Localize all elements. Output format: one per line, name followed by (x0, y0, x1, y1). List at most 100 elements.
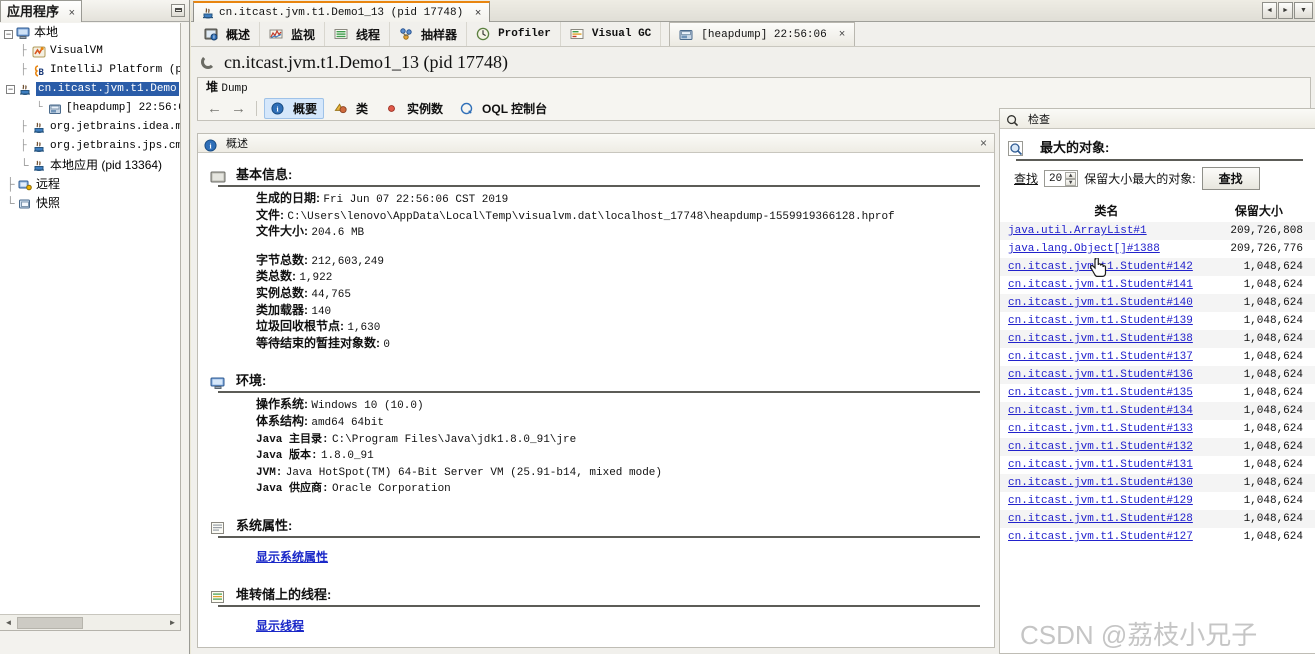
table-row[interactable]: java.util.ArrayList#1 209,726,808 (1000, 222, 1315, 240)
object-class-cell[interactable]: cn.itcast.jvm.t1.Student#141 (1000, 276, 1213, 294)
table-row[interactable]: cn.itcast.jvm.t1.Student#131 1,048,624 (1000, 456, 1315, 474)
table-row[interactable]: java.lang.Object[]#1388 209,726,776 (1000, 240, 1315, 258)
tree-item-demo1-13[interactable]: − cn.itcast.jvm.t1.Demo (0, 80, 180, 99)
column-header-retained-size[interactable]: 保留大小 (1212, 200, 1315, 222)
tab-threads[interactable]: 线程 (325, 22, 391, 46)
table-row[interactable]: cn.itcast.jvm.t1.Student#137 1,048,624 (1000, 348, 1315, 366)
object-class-cell[interactable]: cn.itcast.jvm.t1.Student#130 (1000, 474, 1213, 492)
object-link[interactable]: cn.itcast.jvm.t1.Student#142 (1008, 261, 1193, 273)
object-class-cell[interactable]: java.util.ArrayList#1 (1000, 222, 1213, 240)
close-icon[interactable]: × (980, 136, 987, 150)
find-button[interactable]: 查找 (1201, 167, 1260, 190)
object-link[interactable]: cn.itcast.jvm.t1.Student#140 (1008, 297, 1193, 309)
table-row[interactable]: cn.itcast.jvm.t1.Student#136 1,048,624 (1000, 366, 1315, 384)
object-link[interactable]: cn.itcast.jvm.t1.Student#133 (1008, 423, 1193, 435)
applications-tree[interactable]: − 本地 ├ VisualVM ├ B IntelliJ Platform (pi − c… (0, 23, 181, 631)
show-threads-link[interactable]: 显示线程 (256, 617, 304, 634)
tab-sampler[interactable]: 抽样器 (390, 22, 468, 46)
object-link[interactable]: cn.itcast.jvm.t1.Student#138 (1008, 333, 1193, 345)
object-link[interactable]: cn.itcast.jvm.t1.Student#131 (1008, 459, 1193, 471)
object-class-cell[interactable]: cn.itcast.jvm.t1.Student#138 (1000, 330, 1213, 348)
back-button[interactable]: ← (204, 100, 225, 117)
table-row[interactable]: cn.itcast.jvm.t1.Student#130 1,048,624 (1000, 474, 1315, 492)
object-link[interactable]: cn.itcast.jvm.t1.Student#134 (1008, 405, 1193, 417)
object-link[interactable]: cn.itcast.jvm.t1.Student#130 (1008, 477, 1193, 489)
stepper-down-icon[interactable]: ▼ (1065, 178, 1077, 186)
close-icon[interactable]: × (475, 5, 481, 22)
find-count-stepper[interactable]: 20 ▲ ▼ (1044, 170, 1079, 187)
tree-item-local-app[interactable]: └ 本地应用 (pid 13364) (0, 156, 180, 175)
table-row[interactable]: cn.itcast.jvm.t1.Student#140 1,048,624 (1000, 294, 1315, 312)
close-icon[interactable]: × (69, 4, 75, 22)
object-link[interactable]: cn.itcast.jvm.t1.Student#141 (1008, 279, 1193, 291)
dump-tab-instances[interactable]: 实例数 (378, 98, 450, 119)
dump-tab-summary[interactable]: i 概要 (264, 98, 325, 119)
object-link[interactable]: cn.itcast.jvm.t1.Student#132 (1008, 441, 1193, 453)
table-row[interactable]: cn.itcast.jvm.t1.Student#138 1,048,624 (1000, 330, 1315, 348)
object-class-cell[interactable]: cn.itcast.jvm.t1.Student#135 (1000, 384, 1213, 402)
tree-item-intellij[interactable]: ├ B IntelliJ Platform (pi (0, 61, 180, 80)
tree-item-jps-cmdline[interactable]: ├ org.jetbrains.jps.cmd (0, 137, 180, 156)
table-row[interactable]: cn.itcast.jvm.t1.Student#135 1,048,624 (1000, 384, 1315, 402)
table-row[interactable]: cn.itcast.jvm.t1.Student#139 1,048,624 (1000, 312, 1315, 330)
forward-button[interactable]: → (228, 100, 249, 117)
tree-item-visualvm[interactable]: ├ VisualVM (0, 42, 180, 61)
tree-item-remote[interactable]: ├ 远程 (0, 175, 180, 194)
dump-tab-oql-console[interactable]: OQL 控制台 (453, 98, 554, 119)
scroll-right-icon[interactable]: ► (166, 617, 179, 629)
tree-item-local[interactable]: − 本地 (0, 23, 180, 42)
object-class-cell[interactable]: cn.itcast.jvm.t1.Student#134 (1000, 402, 1213, 420)
object-class-cell[interactable]: cn.itcast.jvm.t1.Student#139 (1000, 312, 1213, 330)
tree-item-heapdump[interactable]: └ [heapdump] 22:56:0 (0, 99, 180, 118)
object-link[interactable]: cn.itcast.jvm.t1.Student#129 (1008, 495, 1193, 507)
object-link[interactable]: cn.itcast.jvm.t1.Student#135 (1008, 387, 1193, 399)
scroll-tabs-left-button[interactable]: ◄ (1262, 2, 1277, 19)
tab-profiler[interactable]: Profiler (467, 22, 561, 46)
object-class-cell[interactable]: cn.itcast.jvm.t1.Student#133 (1000, 420, 1213, 438)
object-link[interactable]: cn.itcast.jvm.t1.Student#128 (1008, 513, 1193, 525)
tab-applications[interactable]: 应用程序 × (0, 0, 83, 22)
table-row[interactable]: cn.itcast.jvm.t1.Student#141 1,048,624 (1000, 276, 1315, 294)
tab-demo1-13[interactable]: cn.itcast.jvm.t1.Demo1_13 (pid 17748) × (193, 1, 491, 22)
tree-item-snapshots[interactable]: └ 快照 (0, 194, 180, 213)
object-link[interactable]: cn.itcast.jvm.t1.Student#136 (1008, 369, 1193, 381)
object-class-cell[interactable]: cn.itcast.jvm.t1.Student#129 (1000, 492, 1213, 510)
column-header-class-name[interactable]: 类名 (1000, 200, 1213, 222)
object-link[interactable]: cn.itcast.jvm.t1.Student#139 (1008, 315, 1193, 327)
stepper-up-icon[interactable]: ▲ (1065, 171, 1077, 179)
object-class-cell[interactable]: cn.itcast.jvm.t1.Student#132 (1000, 438, 1213, 456)
tree-item-idea-maven[interactable]: ├ org.jetbrains.idea.ma (0, 118, 180, 137)
tab-list-dropdown-button[interactable]: ▼ (1294, 2, 1313, 19)
tab-heapdump[interactable]: [heapdump] 22:56:06 × (669, 22, 856, 46)
object-class-cell[interactable]: cn.itcast.jvm.t1.Student#128 (1000, 510, 1213, 528)
scroll-tabs-right-button[interactable]: ► (1278, 2, 1293, 19)
expand-toggle-icon[interactable]: − (6, 85, 15, 94)
object-class-cell[interactable]: cn.itcast.jvm.t1.Student#142 (1000, 258, 1213, 276)
table-row[interactable]: cn.itcast.jvm.t1.Student#134 1,048,624 (1000, 402, 1315, 420)
tree-horizontal-scrollbar[interactable]: ◄ ► (0, 614, 180, 630)
object-link[interactable]: cn.itcast.jvm.t1.Student#127 (1008, 531, 1193, 543)
scroll-left-icon[interactable]: ◄ (2, 617, 15, 629)
minimize-button[interactable] (171, 4, 185, 17)
object-class-cell[interactable]: cn.itcast.jvm.t1.Student#131 (1000, 456, 1213, 474)
table-row[interactable]: cn.itcast.jvm.t1.Student#132 1,048,624 (1000, 438, 1315, 456)
find-count-value[interactable]: 20 (1049, 173, 1062, 185)
object-class-cell[interactable]: java.lang.Object[]#1388 (1000, 240, 1213, 258)
expand-toggle-icon[interactable]: − (4, 30, 13, 39)
show-system-properties-link[interactable]: 显示系统属性 (256, 548, 328, 565)
table-row[interactable]: cn.itcast.jvm.t1.Student#142 1,048,624 (1000, 258, 1315, 276)
object-class-cell[interactable]: cn.itcast.jvm.t1.Student#140 (1000, 294, 1213, 312)
dump-tab-classes[interactable]: 类 (327, 98, 375, 119)
object-class-cell[interactable]: cn.itcast.jvm.t1.Student#127 (1000, 528, 1213, 546)
object-class-cell[interactable]: cn.itcast.jvm.t1.Student#137 (1000, 348, 1213, 366)
scrollbar-thumb[interactable] (17, 617, 83, 629)
tab-visual-gc[interactable]: Visual GC (561, 22, 662, 46)
stepper-arrows[interactable]: ▲ ▼ (1065, 171, 1077, 186)
tab-overview[interactable]: i 概述 (195, 22, 261, 46)
table-row[interactable]: cn.itcast.jvm.t1.Student#128 1,048,624 (1000, 510, 1315, 528)
object-link[interactable]: cn.itcast.jvm.t1.Student#137 (1008, 351, 1193, 363)
close-icon[interactable]: × (839, 29, 846, 41)
object-link[interactable]: java.util.ArrayList#1 (1008, 225, 1147, 237)
tab-monitor[interactable]: 监视 (260, 22, 326, 46)
object-class-cell[interactable]: cn.itcast.jvm.t1.Student#136 (1000, 366, 1213, 384)
